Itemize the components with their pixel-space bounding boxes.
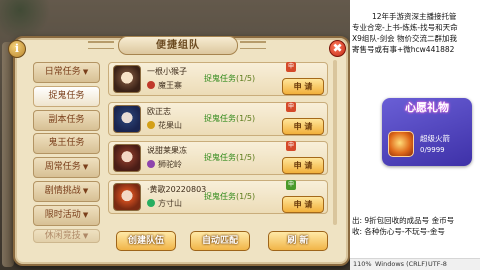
chevron-down-icon: ▼ — [82, 187, 89, 195]
tab-label: 捉鬼任务 — [48, 91, 85, 101]
player-school-label: 狮驼岭 — [158, 160, 182, 169]
player-name: 一根小猴子 — [147, 67, 187, 76]
wish-gift-card: 心愿礼物 超级火箭 0/9999 — [382, 98, 472, 166]
list-scrollbar[interactable] — [333, 60, 337, 225]
player-name: 说甜莱果冻 — [147, 146, 187, 155]
editor-status-bar: 110% Windows (CRLF) UTF-8 — [350, 258, 480, 270]
list-item: 一根小猴子 魔王寨 捉鬼任务(1/5) 申 申 请 — [108, 62, 328, 96]
create-team-button[interactable]: 创建队伍 — [116, 231, 176, 251]
request-badge: 申 — [286, 62, 296, 72]
avatar — [113, 183, 141, 211]
team-task: 捉鬼任务(1/5) — [204, 73, 255, 84]
tab-label: 周常任务 — [44, 162, 81, 172]
team-member-count: (1/5) — [236, 74, 256, 83]
wish-gift-title: 心愿礼物 — [405, 101, 449, 114]
team-task: 捉鬼任务(1/5) — [204, 113, 255, 124]
side-info-line: X9组队-剑会 物价交流二群加我 — [352, 34, 457, 43]
title-ornament-left — [88, 41, 114, 49]
tab-story-challenge[interactable]: 剧情挑战 ▼ — [33, 181, 100, 202]
apply-button[interactable]: 申 请 — [282, 157, 324, 174]
player-school: 花果山 — [147, 120, 182, 131]
player-school: 魔王寨 — [147, 80, 182, 91]
chevron-down-icon: ▼ — [82, 68, 89, 76]
tab-limited-events[interactable]: 限时活动 ▼ — [33, 205, 100, 226]
player-name: 欧正志 — [147, 107, 171, 116]
avatar — [113, 144, 141, 172]
wish-item-name: 超级火箭 — [420, 134, 450, 143]
apply-button[interactable]: 申 请 — [282, 118, 324, 135]
side-info-line: 寄售号或有事+微hcw441882 — [352, 45, 455, 54]
team-task: 捉鬼任务(1/5) — [204, 191, 255, 202]
team-task: 捉鬼任务(1/5) — [204, 152, 255, 163]
apply-button[interactable]: 申 请 — [282, 196, 324, 213]
apply-button[interactable]: 申 请 — [282, 78, 324, 95]
side-footer-line: 出: 9折包回收的成品号 金币号 — [352, 216, 455, 225]
side-info-line: 12年手游资深主播接托管 — [372, 12, 457, 21]
avatar — [113, 65, 141, 93]
school-icon — [147, 160, 155, 168]
tab-weekly-tasks[interactable]: 周常任务 ▼ — [33, 157, 100, 178]
chevron-down-icon: ▼ — [82, 211, 89, 219]
player-school-label: 魔王寨 — [158, 81, 182, 90]
title-ornament-right — [240, 41, 266, 49]
team-task-label: 捉鬼任务 — [204, 74, 236, 83]
school-icon — [147, 199, 155, 207]
zoom-level: 110% — [353, 260, 372, 268]
line-ending: Windows (CRLF) — [375, 260, 428, 268]
list-item: 欧正志 花果山 捉鬼任务(1/5) 申 申 请 — [108, 102, 328, 136]
request-badge: 申 — [286, 102, 296, 112]
tab-dungeon-tasks[interactable]: 副本任务 — [33, 110, 100, 131]
school-icon — [147, 81, 155, 89]
tab-label: 限时活动 — [44, 210, 81, 220]
chevron-down-icon: ▼ — [82, 232, 89, 240]
chevron-down-icon: ▼ — [82, 163, 89, 171]
tab-ghost-catching[interactable]: 捉鬼任务 — [33, 86, 100, 107]
side-info-line: 专业合宠-上书-炼炼-找号和天命 — [352, 23, 458, 32]
team-member-count: (1/5) — [236, 153, 256, 162]
list-item: 说甜莱果冻 狮驼岭 捉鬼任务(1/5) 申 申 请 — [108, 141, 328, 175]
auto-match-button[interactable]: 自动匹配 — [190, 231, 250, 251]
avatar — [113, 105, 141, 133]
screen: 便捷组队 i ✖ 日常任务 ▼ 捉鬼任务 副本任务 鬼王任务 周常任务 ▼ 剧情挑战… — [0, 0, 480, 270]
tab-ghost-king-tasks[interactable]: 鬼王任务 — [33, 133, 100, 154]
tab-label: 休闲竞技 — [44, 231, 81, 241]
dialog-title: 便捷组队 — [118, 36, 238, 55]
encoding: UTF-8 — [428, 260, 447, 268]
tab-casual-competition[interactable]: 休闲竞技 ▼ — [33, 229, 100, 243]
player-name: ·黄歌20220803 — [147, 185, 207, 194]
list-item: ·黄歌20220803 方寸山 捉鬼任务(1/5) 申 申 请 — [108, 180, 328, 214]
tab-label: 剧情挑战 — [44, 186, 81, 196]
request-badge: 申 — [286, 141, 296, 151]
tab-daily-tasks[interactable]: 日常任务 ▼ — [33, 62, 100, 83]
team-task-label: 捉鬼任务 — [204, 153, 236, 162]
close-icon[interactable]: ✖ — [329, 40, 346, 57]
school-icon — [147, 121, 155, 129]
wish-progress: 0/9999 — [420, 146, 445, 154]
tab-label: 日常任务 — [44, 67, 81, 77]
player-school: 方寸山 — [147, 198, 182, 209]
team-list[interactable]: 一根小猴子 魔王寨 捉鬼任务(1/5) 申 申 请 欧正志 花果山 捉鬼任务(1… — [108, 57, 330, 227]
refresh-button[interactable]: 刷 新 — [268, 231, 328, 251]
rocket-icon — [388, 131, 414, 157]
team-task-label: 捉鬼任务 — [204, 114, 236, 123]
tab-label: 鬼王任务 — [48, 138, 85, 148]
team-task-label: 捉鬼任务 — [204, 192, 236, 201]
player-school-label: 花果山 — [158, 121, 182, 130]
info-icon[interactable]: i — [8, 40, 26, 58]
team-member-count: (1/5) — [236, 114, 256, 123]
request-badge: 申 — [286, 180, 296, 190]
player-school: 狮驼岭 — [147, 159, 182, 170]
team-member-count: (1/5) — [236, 192, 256, 201]
tab-label: 副本任务 — [48, 115, 85, 125]
player-school-label: 方寸山 — [158, 199, 182, 208]
side-footer-line: 收: 各种伤心号-不玩号-金号 — [352, 227, 445, 236]
